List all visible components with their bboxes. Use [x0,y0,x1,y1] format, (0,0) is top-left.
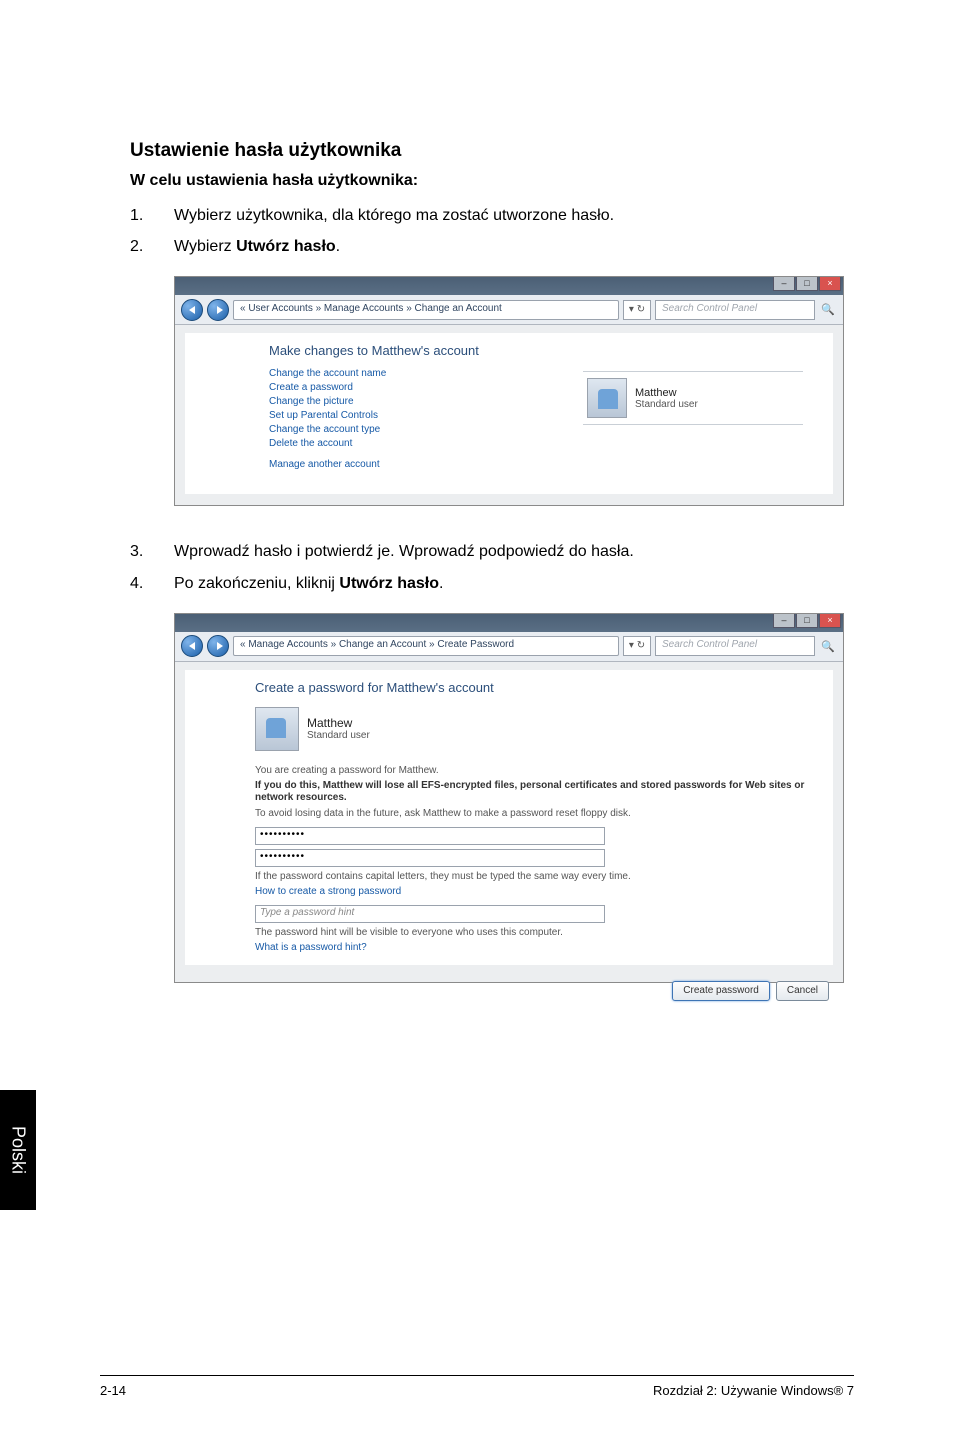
warning-text: If you do this, Matthew will lose all EF… [255,780,817,805]
step-2-number: 2. [130,235,174,258]
user-type: Standard user [635,399,698,410]
refresh-button[interactable]: ▾ ↻ [623,300,651,320]
creating-note: You are creating a password for Matthew. [255,765,817,776]
capital-note: If the password contains capital letters… [255,871,817,882]
search-input[interactable]: Search Control Panel [655,636,815,656]
avatar [587,378,627,418]
main-panel: Create a password for Matthew's account … [185,670,833,965]
link-delete-account[interactable]: Delete the account [269,438,817,449]
avatar [255,707,299,751]
step-2-text: Wybierz Utwórz hasło. [174,235,846,258]
chapter-label: Rozdział 2: Używanie Windows® 7 [653,1383,854,1398]
step-3: 3. Wprowadź hasło i potwierdź je. Wprowa… [130,540,846,563]
user-type: Standard user [307,730,370,741]
minimize-button[interactable]: – [773,614,795,628]
step-3-text: Wprowadź hasło i potwierdź je. Wprowadź … [174,540,846,563]
maximize-button[interactable]: □ [796,614,818,628]
screenshot-change-account: – □ × « User Accounts » Manage Accounts … [174,276,844,506]
screenshot-create-password: – □ × « Manage Accounts » Change an Acco… [174,613,844,983]
cancel-button[interactable]: Cancel [776,981,829,1001]
confirm-password-input[interactable]: •••••••••• [255,849,605,867]
minimize-button[interactable]: – [773,277,795,291]
panel-title: Make changes to Matthew's account [269,343,817,358]
link-strong-password[interactable]: How to create a strong password [255,886,817,897]
password-input[interactable]: •••••••••• [255,827,605,845]
button-row: Create password Cancel [175,975,843,1001]
window-titlebar: – □ × [175,277,843,295]
user-name: Matthew [307,716,370,730]
user-name: Matthew [635,387,698,399]
hint-note: The password hint will be visible to eve… [255,927,817,938]
step-1: 1. Wybierz użytkownika, dla którego ma z… [130,204,846,227]
step-4: 4. Po zakończeniu, kliknij Utwórz hasło. [130,572,846,595]
hint-input[interactable]: Type a password hint [255,905,605,923]
address-bar: « Manage Accounts » Change an Account » … [175,632,843,662]
back-button[interactable] [181,635,203,657]
link-manage-another[interactable]: Manage another account [269,459,817,470]
step-3-number: 3. [130,540,174,563]
user-card: Matthew Standard user [583,371,803,425]
breadcrumb[interactable]: « User Accounts » Manage Accounts » Chan… [233,300,619,320]
step-1-number: 1. [130,204,174,227]
link-what-is-hint[interactable]: What is a password hint? [255,942,817,953]
breadcrumb[interactable]: « Manage Accounts » Change an Account » … [233,636,619,656]
search-icon[interactable]: 🔍 [819,301,837,319]
create-password-button[interactable]: Create password [672,981,770,1001]
footer-rule [100,1375,854,1376]
close-button[interactable]: × [819,614,841,628]
search-input[interactable]: Search Control Panel [655,300,815,320]
forward-button[interactable] [207,299,229,321]
language-tab: Polski [0,1090,36,1210]
subheading: W celu ustawienia hasła użytkownika: [130,172,846,190]
refresh-button[interactable]: ▾ ↻ [623,636,651,656]
step-4-text: Po zakończeniu, kliknij Utwórz hasło. [174,572,846,595]
page-footer: 2-14 Rozdział 2: Używanie Windows® 7 [100,1383,854,1398]
step-2: 2. Wybierz Utwórz hasło. [130,235,846,258]
back-button[interactable] [181,299,203,321]
avoid-note: To avoid losing data in the future, ask … [255,808,817,819]
main-panel: Make changes to Matthew's account Change… [185,333,833,494]
address-bar: « User Accounts » Manage Accounts » Chan… [175,295,843,325]
search-icon[interactable]: 🔍 [819,637,837,655]
maximize-button[interactable]: □ [796,277,818,291]
window-titlebar: – □ × [175,614,843,632]
user-block: Matthew Standard user [255,707,817,751]
forward-button[interactable] [207,635,229,657]
panel-title: Create a password for Matthew's account [255,680,817,695]
link-change-type[interactable]: Change the account type [269,424,817,435]
section-title: Ustawienie hasła użytkownika [130,140,846,162]
page-number: 2-14 [100,1383,126,1398]
step-1-text: Wybierz użytkownika, dla którego ma zost… [174,204,846,227]
step-4-number: 4. [130,572,174,595]
close-button[interactable]: × [819,277,841,291]
